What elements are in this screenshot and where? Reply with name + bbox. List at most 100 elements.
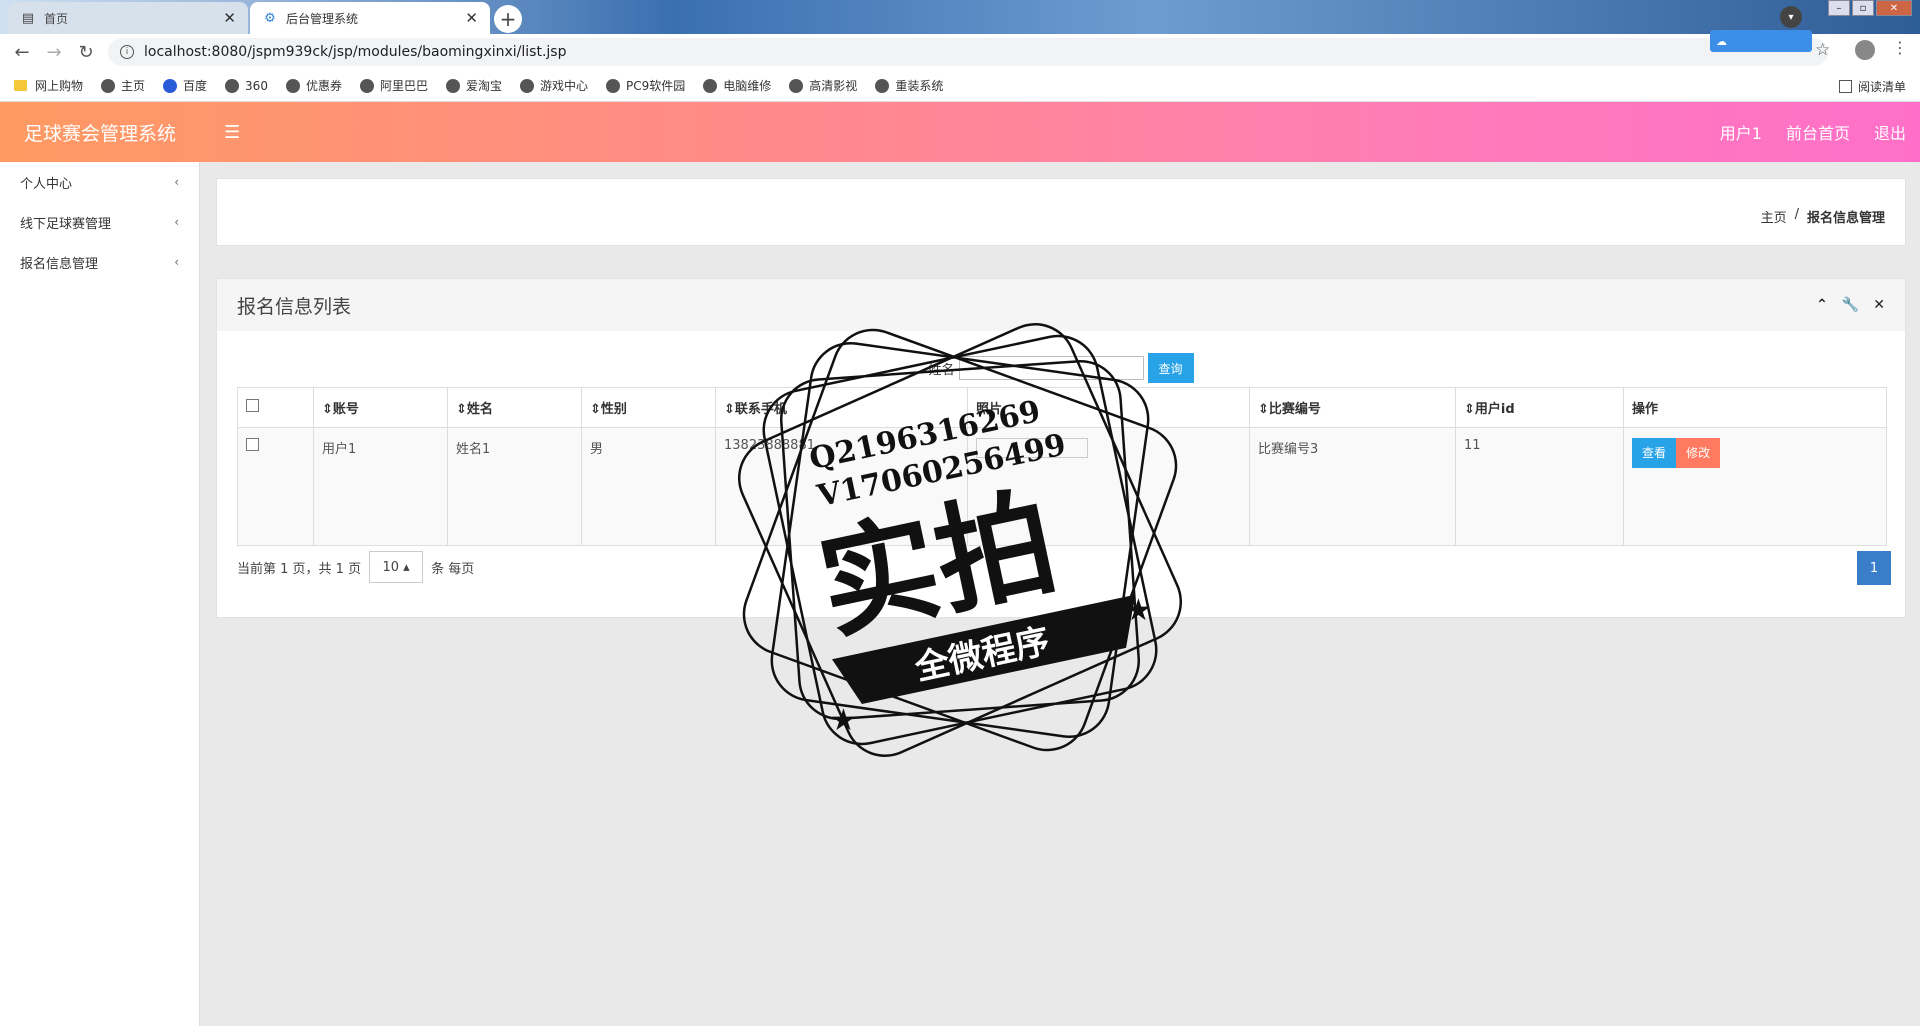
browser-tab-admin[interactable]: ⚙ 后台管理系统 ✕: [250, 2, 490, 34]
page-button[interactable]: 1: [1857, 551, 1891, 585]
close-tab-icon[interactable]: ✕: [465, 9, 478, 27]
app-root: 足球赛会管理系统 ☰ 用户1 前台首页 退出 个人中心 ‹ 线下足球赛管理 ‹ …: [0, 102, 1920, 1026]
column-header[interactable]: ⇕用户id: [1455, 387, 1624, 428]
globe-icon: [101, 78, 116, 93]
globe-icon: [875, 78, 890, 93]
sidebar-item-label: 报名信息管理: [20, 256, 99, 272]
browser-tab-bar: ▤ 首页 ✕ ⚙ 后台管理系统 ✕ + ▾ – ▫ ✕: [0, 0, 1920, 34]
bookmark-item[interactable]: 网上购物: [14, 77, 83, 94]
cloud-extension-icon[interactable]: ☁: [1710, 30, 1812, 52]
reading-list[interactable]: 阅读清单: [1838, 78, 1906, 95]
browser-tab-home[interactable]: ▤ 首页 ✕: [8, 2, 248, 34]
maximize-icon[interactable]: ▫: [1852, 0, 1874, 16]
column-header[interactable]: ⇕姓名: [447, 387, 582, 428]
select-all-cell: [237, 387, 314, 428]
sidebar-item-personal-center[interactable]: 个人中心 ‹: [0, 162, 199, 202]
edit-button[interactable]: 修改: [1676, 438, 1721, 468]
reload-icon[interactable]: ↻: [70, 42, 102, 63]
minimize-icon[interactable]: –: [1828, 0, 1850, 16]
profile-icon[interactable]: [1855, 40, 1875, 60]
window-controls: – ▫ ✕: [1828, 0, 1912, 16]
reading-list-icon: [1838, 80, 1852, 93]
breadcrumb-separator: /: [1794, 207, 1799, 222]
column-header[interactable]: ⇕性别: [581, 387, 716, 428]
page-size-select[interactable]: 10 ▴: [369, 551, 424, 583]
back-arrow-icon[interactable]: ←: [6, 42, 38, 63]
bookmark-item[interactable]: PC9软件园: [606, 77, 685, 94]
top-nav: 用户1 前台首页 退出: [1720, 120, 1906, 144]
tab-title: 后台管理系统: [286, 11, 359, 26]
list-card: 报名信息列表 ⌃ 🔧 ✕ 姓名 查询 ⇕账号 ⇕姓名 ⇕性别 ⇕联系手机 照片 …: [216, 278, 1906, 618]
info-icon[interactable]: i: [120, 45, 134, 59]
table-header-row: ⇕账号 ⇕姓名 ⇕性别 ⇕联系手机 照片 ⇕比赛编号 ⇕用户id 操作: [237, 387, 1887, 428]
bookmark-item[interactable]: 主页: [101, 77, 145, 94]
app-brand: 足球赛会管理系统: [23, 122, 176, 145]
column-header: 照片: [967, 387, 1250, 428]
breadcrumb: 主页 / 报名信息管理: [1761, 207, 1885, 226]
globe-icon: [520, 78, 534, 93]
hamburger-menu-icon[interactable]: ☰: [224, 122, 240, 143]
column-header[interactable]: ⇕比赛编号: [1249, 387, 1456, 428]
chevron-down-icon[interactable]: ▾: [1780, 6, 1802, 28]
breadcrumb-current: 报名信息管理: [1806, 211, 1885, 226]
search-button[interactable]: 查询: [1147, 353, 1194, 383]
gear-icon: ⚙: [264, 10, 276, 26]
close-tab-icon[interactable]: ✕: [223, 9, 236, 27]
bookmark-item[interactable]: 游戏中心: [520, 77, 588, 94]
sidebar-item-registration[interactable]: 报名信息管理 ‹: [0, 242, 199, 282]
select-all-checkbox[interactable]: [246, 399, 259, 412]
tab-title: 首页: [44, 11, 69, 26]
pagination-info: 当前第 1 页，共 1 页 10 ▴ 条 每页: [237, 551, 474, 583]
bookmark-item[interactable]: 重装系统: [875, 77, 943, 94]
bookmark-item[interactable]: 360: [225, 78, 268, 93]
breadcrumb-home[interactable]: 主页: [1761, 207, 1787, 226]
collapse-chevron-up-icon[interactable]: ⌃: [1816, 297, 1828, 313]
column-header[interactable]: ⇕账号: [313, 387, 448, 428]
globe-icon: [445, 78, 460, 93]
per-page-text: 条 每页: [431, 561, 475, 577]
name-search-input[interactable]: [958, 356, 1144, 380]
cell-phone: 13823888881: [715, 427, 968, 546]
breadcrumb-card: 主页 / 报名信息管理: [216, 178, 1906, 246]
topnav-user[interactable]: 用户1: [1720, 120, 1762, 144]
cell-account: 用户1: [313, 427, 448, 546]
globe-icon: [225, 78, 240, 93]
url-input[interactable]: i localhost:8080/jspm939ck/jsp/modules/b…: [108, 38, 1828, 66]
cell-actions: 查看 修改: [1623, 427, 1887, 546]
pager-text: 当前第 1 页，共 1 页: [237, 561, 362, 577]
topnav-front-home[interactable]: 前台首页: [1786, 120, 1850, 144]
view-button[interactable]: 查看: [1632, 438, 1677, 468]
row-checkbox[interactable]: [246, 438, 259, 451]
bookmark-item[interactable]: 高清影视: [789, 77, 857, 94]
chevron-left-icon: ‹: [174, 215, 179, 229]
column-header[interactable]: ⇕联系手机: [715, 387, 968, 428]
cell-photo: [967, 427, 1250, 546]
search-row: 姓名 查询: [217, 353, 1905, 383]
photo-image: [976, 438, 1088, 458]
table-row: 用户1 姓名1 男 13823888881 比赛编号3 11 查看 修改: [237, 427, 1887, 546]
page-favicon-icon: ▤: [21, 10, 35, 26]
chevron-left-icon: ‹: [174, 255, 179, 269]
bookmark-item[interactable]: 优惠券: [285, 77, 342, 94]
bookmark-item[interactable]: 爱淘宝: [445, 77, 502, 94]
chevron-left-icon: ‹: [174, 175, 179, 189]
close-icon[interactable]: ✕: [1873, 297, 1885, 313]
folder-icon: [14, 80, 27, 91]
cell-name: 姓名1: [447, 427, 582, 546]
address-bar: ← → ↻ i localhost:8080/jspm939ck/jsp/mod…: [0, 34, 1920, 70]
sidebar-item-offline-match[interactable]: 线下足球赛管理 ‹: [0, 202, 199, 242]
sidebar-item-label: 个人中心: [20, 176, 73, 192]
globe-icon: [789, 78, 804, 93]
bookmark-item[interactable]: 阿里巴巴: [359, 77, 428, 94]
menu-kebab-icon[interactable]: ⋮: [1892, 38, 1908, 57]
forward-arrow-icon[interactable]: →: [38, 42, 70, 63]
bookmark-item[interactable]: 电脑维修: [703, 77, 771, 94]
close-window-icon[interactable]: ✕: [1876, 0, 1912, 16]
wrench-icon[interactable]: 🔧: [1842, 297, 1859, 313]
new-tab-button[interactable]: +: [494, 5, 522, 33]
globe-icon: [359, 78, 374, 93]
bookmark-item[interactable]: 百度: [163, 77, 207, 94]
topnav-logout[interactable]: 退出: [1874, 120, 1906, 144]
bookmark-star-icon[interactable]: ☆: [1815, 40, 1830, 60]
card-tools: ⌃ 🔧 ✕: [1816, 297, 1885, 313]
